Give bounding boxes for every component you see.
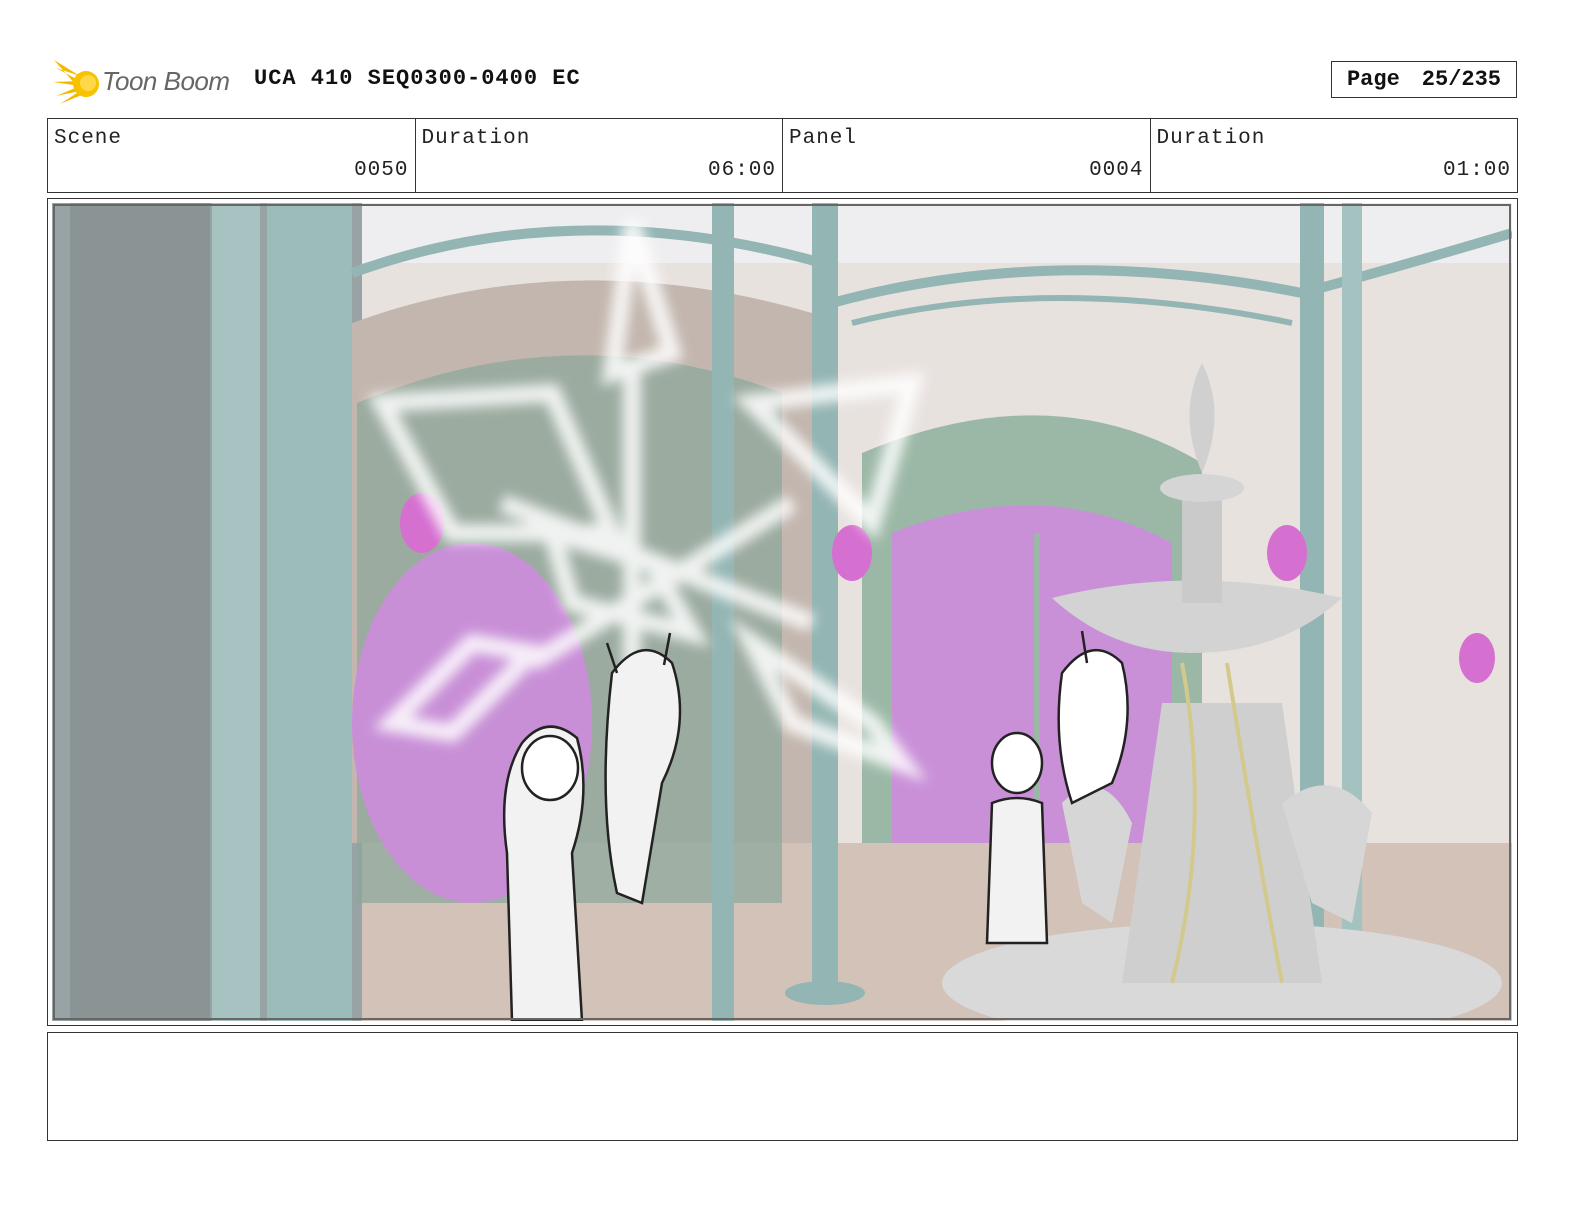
panel-notes xyxy=(47,1032,1518,1141)
logo-text: Toon Boom xyxy=(102,66,230,96)
storyboard-panel xyxy=(47,198,1518,1026)
comet-logo-icon xyxy=(53,60,99,104)
scene-info-table: Scene 0050 Duration 06:00 Panel 0004 Dur… xyxy=(47,118,1518,193)
panel-duration-cell: Duration 01:00 xyxy=(1151,119,1518,192)
page-indicator: Page 25/235 xyxy=(1331,61,1517,98)
panel-cell: Panel 0004 xyxy=(783,119,1151,192)
storyboard-drawing xyxy=(52,203,1512,1021)
scene-value: 0050 xyxy=(354,159,409,182)
panel-label: Panel xyxy=(789,127,858,150)
scene-label: Scene xyxy=(54,127,123,150)
scene-duration-cell: Duration 06:00 xyxy=(416,119,783,192)
scene-duration-label: Duration xyxy=(421,127,531,150)
scene-cell: Scene 0050 xyxy=(48,119,416,192)
scene-duration-value: 06:00 xyxy=(707,159,776,182)
panel-duration-value: 01:00 xyxy=(1442,159,1511,182)
page-number: 25/235 xyxy=(1421,67,1502,92)
panel-value: 0004 xyxy=(1089,159,1144,182)
document-title: UCA 410 SEQ0300-0400 EC xyxy=(254,66,581,91)
page-label: Page xyxy=(1346,67,1400,92)
panel-duration-label: Duration xyxy=(1156,127,1266,150)
toon-boom-logo: Toon Boom xyxy=(50,54,240,108)
